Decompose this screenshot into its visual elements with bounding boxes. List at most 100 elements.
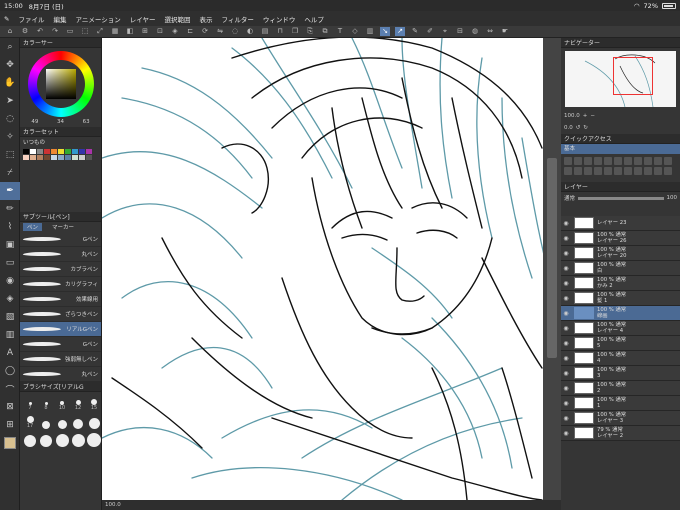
size-preset[interactable] xyxy=(55,431,69,447)
swatch[interactable] xyxy=(30,155,36,160)
grid-icon[interactable]: ▤ xyxy=(260,27,270,36)
app-logo-icon[interactable]: ✎ xyxy=(4,15,9,23)
qa-button[interactable] xyxy=(624,157,632,165)
layer-row[interactable]: ◉ レイヤー 23 xyxy=(561,216,680,231)
navigator-header[interactable]: ナビゲーター xyxy=(561,38,680,48)
menu-view[interactable]: 表示 xyxy=(200,14,213,24)
visibility-icon[interactable]: ◉ xyxy=(561,235,571,242)
size-preset[interactable] xyxy=(71,413,85,429)
qa-button[interactable] xyxy=(624,167,632,175)
quick-access-tab[interactable]: 基本 xyxy=(561,144,680,154)
copy-icon[interactable]: ❐ xyxy=(290,27,300,36)
airbrush-icon[interactable]: ▣ xyxy=(0,236,20,254)
layer-row[interactable]: ◉ 100 % 通常 5 xyxy=(561,336,680,351)
brush-item[interactable]: 強弱無しペン xyxy=(20,352,101,367)
main-color-swatch[interactable] xyxy=(0,434,20,452)
deselect-icon[interactable]: ⬚ xyxy=(80,27,90,36)
snap-grid-icon[interactable]: ↗ xyxy=(395,27,405,36)
move-tool-icon[interactable]: ✥ xyxy=(0,56,20,74)
layer-row[interactable]: ◉ 100 % 通常髪 1 xyxy=(561,291,680,306)
subtool-header[interactable]: サブツール[ペン] xyxy=(20,212,101,222)
layer-row[interactable]: ◉ 100 % 通常 2 xyxy=(561,381,680,396)
swatch[interactable] xyxy=(51,149,57,154)
zoom-out-icon[interactable]: − xyxy=(590,113,595,119)
layer-row[interactable]: ◉ 100 % 通常 レイヤー 20 xyxy=(561,246,680,261)
brush-item[interactable]: カリグラフィ xyxy=(20,277,101,292)
brush-item[interactable]: 丸ペン xyxy=(20,247,101,262)
visibility-icon[interactable]: ◉ xyxy=(561,370,571,377)
visibility-icon[interactable]: ◉ xyxy=(561,220,571,227)
color-set-header[interactable]: カラーセット xyxy=(20,127,101,137)
visibility-icon[interactable]: ◉ xyxy=(561,400,571,407)
eyedropper-icon[interactable]: ⌿ xyxy=(0,164,20,182)
flip-icon[interactable]: ⇋ xyxy=(215,27,225,36)
visibility-icon[interactable]: ◉ xyxy=(561,385,571,392)
rotate-left-icon[interactable]: ↺ xyxy=(576,125,581,131)
qa-button[interactable] xyxy=(564,167,572,175)
qa-button[interactable] xyxy=(574,157,582,165)
size-preset[interactable]: 12 xyxy=(71,395,85,411)
line-tool-icon[interactable]: ⌒ xyxy=(0,380,20,398)
navigator-zoom[interactable]: 100.0 xyxy=(564,113,580,119)
layer-row[interactable]: ◉ 100 % 通常 レイヤー 26 xyxy=(561,231,680,246)
blend-tool-icon[interactable]: ◉ xyxy=(0,272,20,290)
paste-icon[interactable]: ⎘ xyxy=(305,27,315,36)
qa-button[interactable] xyxy=(584,167,592,175)
menu-filter[interactable]: フィルター xyxy=(222,14,254,24)
redo-icon[interactable]: ↷ xyxy=(50,27,60,36)
qa-button[interactable] xyxy=(634,157,642,165)
menu-file[interactable]: ファイル xyxy=(18,14,44,24)
scrollbar-thumb[interactable] xyxy=(547,158,557,358)
menu-window[interactable]: ウィンドウ xyxy=(263,14,296,24)
eraser-tool-icon[interactable]: ▭ xyxy=(0,254,20,272)
layer-row[interactable]: ◉ 100 % 通常 4 xyxy=(561,351,680,366)
swatch[interactable] xyxy=(72,155,78,160)
size-preset[interactable]: 10 xyxy=(55,395,69,411)
eraser-icon[interactable]: ▭ xyxy=(65,27,75,36)
brush-toggle-icon[interactable]: ✎ xyxy=(410,27,420,36)
select-all-icon[interactable]: ▦ xyxy=(110,27,120,36)
swatch[interactable] xyxy=(44,155,50,160)
pin-icon[interactable]: ⌖ xyxy=(440,27,450,36)
size-preset[interactable]: 15 xyxy=(87,395,101,411)
magic-wand-icon[interactable]: ✧ xyxy=(0,128,20,146)
size-preset[interactable] xyxy=(23,431,37,447)
shape-icon[interactable]: ◇ xyxy=(350,27,360,36)
zoom-in-icon[interactable]: + xyxy=(583,113,588,119)
camera-icon[interactable]: ◍ xyxy=(470,27,480,36)
color-wheel-header[interactable]: カラーサー xyxy=(20,38,101,48)
size-preset[interactable] xyxy=(55,413,69,429)
gradient-tool-icon[interactable]: ▧ xyxy=(0,308,20,326)
drawing-canvas[interactable] xyxy=(102,38,561,500)
visibility-icon[interactable]: ◉ xyxy=(561,250,571,257)
lasso-icon[interactable]: ◌ xyxy=(230,27,240,36)
color-wheel[interactable] xyxy=(27,51,94,117)
blend-mode-select[interactable]: 通常 xyxy=(564,194,575,202)
qa-button[interactable] xyxy=(634,167,642,175)
transform-icon[interactable]: ⤢ xyxy=(95,27,105,36)
mask-icon[interactable]: ◐ xyxy=(245,27,255,36)
brush-item[interactable]: Gペン xyxy=(20,232,101,247)
qa-button[interactable] xyxy=(564,157,572,165)
balloon-tool-icon[interactable]: ◯ xyxy=(0,362,20,380)
visibility-icon[interactable]: ◉ xyxy=(561,430,571,437)
menu-animation[interactable]: アニメーション xyxy=(75,14,120,24)
size-preset[interactable] xyxy=(87,431,101,447)
swatch[interactable] xyxy=(58,149,64,154)
hand-toggle-icon[interactable]: ☛ xyxy=(500,27,510,36)
gear-icon[interactable]: ⚙ xyxy=(20,27,30,36)
size-preset[interactable]: 17 xyxy=(23,413,37,429)
size-preset[interactable] xyxy=(39,431,53,447)
qa-button[interactable] xyxy=(594,167,602,175)
qa-button[interactable] xyxy=(594,157,602,165)
rotate-right-icon[interactable]: ↻ xyxy=(583,125,588,131)
opacity-slider[interactable] xyxy=(578,196,664,200)
ruler-icon[interactable]: ⊞ xyxy=(140,27,150,36)
size-preset[interactable] xyxy=(87,413,101,429)
quick-access-header[interactable]: クイックアクセス xyxy=(561,134,680,144)
zoom-tool-icon[interactable]: ⌕ xyxy=(0,38,20,56)
menu-edit[interactable]: 編集 xyxy=(53,14,66,24)
size-preset[interactable] xyxy=(71,431,85,447)
color-square[interactable] xyxy=(45,69,76,99)
color-set-name[interactable]: いつもの xyxy=(20,137,101,147)
